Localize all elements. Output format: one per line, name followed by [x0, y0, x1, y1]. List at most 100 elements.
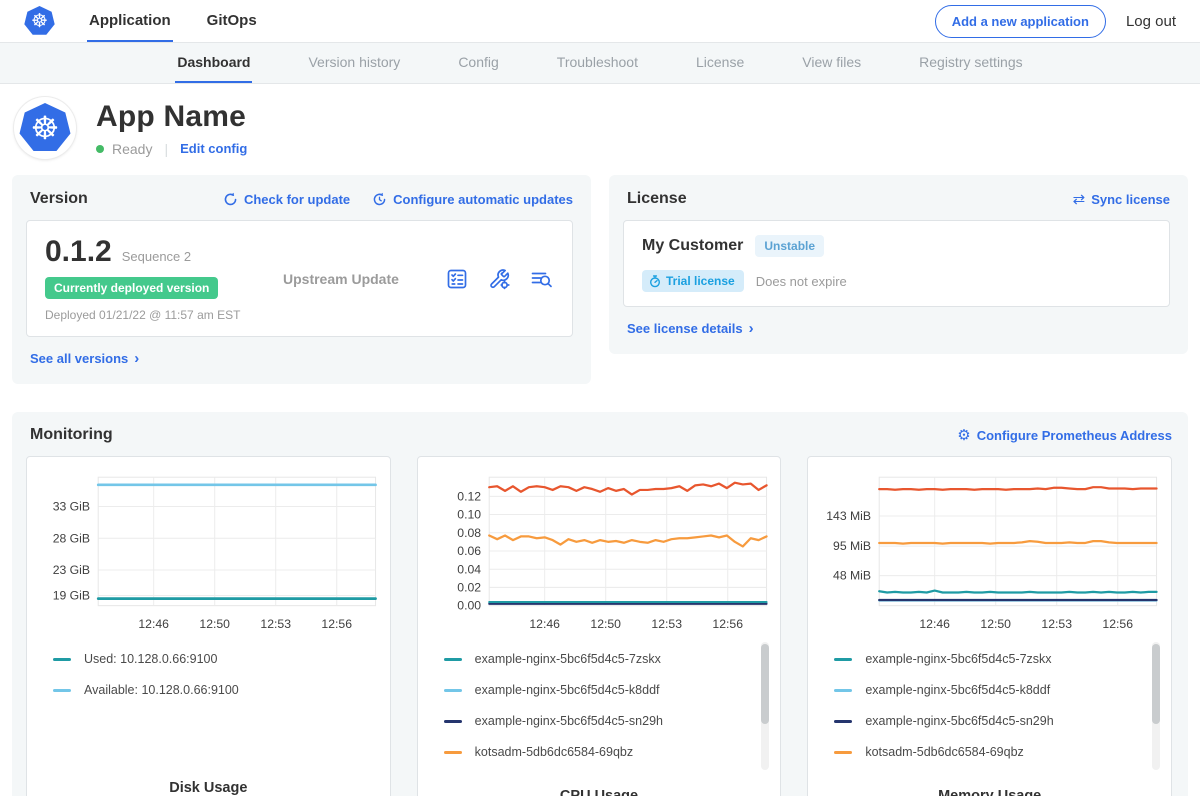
preflight-checks-icon[interactable]	[444, 266, 470, 292]
legend-color-dash	[444, 658, 462, 661]
channel-badge: Unstable	[755, 235, 824, 257]
tab-view-files[interactable]: View files	[800, 43, 863, 83]
svg-text:0.06: 0.06	[457, 544, 481, 558]
status-dot	[96, 145, 104, 153]
tab-gitops[interactable]: GitOps	[205, 0, 259, 42]
legend-item: example-nginx-5bc6f5d4c5-k8ddf	[834, 683, 1145, 697]
legend-color-dash	[444, 689, 462, 692]
legend-scrollbar-thumb[interactable]	[761, 644, 769, 723]
svg-text:12:53: 12:53	[1042, 617, 1073, 631]
edit-config-link[interactable]: Edit config	[180, 141, 247, 156]
brand-logo[interactable]: ☸	[24, 0, 55, 42]
svg-text:0.04: 0.04	[457, 562, 481, 576]
license-details-card: My Customer Unstable Trial license Does …	[623, 220, 1170, 307]
customer-name: My Customer	[642, 237, 743, 255]
version-panel: Version Check for update Configure autom…	[12, 175, 591, 384]
kubernetes-logo-icon: ☸	[19, 103, 71, 153]
tab-license[interactable]: License	[694, 43, 746, 83]
legend-label: example-nginx-5bc6f5d4c5-7zskx	[475, 652, 661, 666]
legend-color-dash	[53, 689, 71, 692]
svg-text:23 GiB: 23 GiB	[53, 563, 90, 577]
legend-label: example-nginx-5bc6f5d4c5-sn29h	[865, 714, 1053, 728]
legend-color-dash	[834, 689, 852, 692]
memory-usage-chart: 143 MiB95 MiB48 MiB12:4612:5012:5312:56	[816, 467, 1163, 640]
tab-registry-settings[interactable]: Registry settings	[917, 43, 1024, 83]
svg-text:19 GiB: 19 GiB	[53, 589, 90, 603]
main-content: Version Check for update Configure autom…	[0, 175, 1200, 796]
configure-prometheus-link[interactable]: ⚙ Configure Prometheus Address	[957, 426, 1172, 444]
legend-item: example-nginx-5bc6f5d4c5-k8ddf	[444, 683, 755, 697]
svg-text:12:46: 12:46	[138, 617, 169, 631]
topbar: ☸ Application GitOps Add a new applicati…	[0, 0, 1200, 42]
svg-text:12:56: 12:56	[1103, 617, 1134, 631]
stopwatch-icon	[649, 275, 661, 288]
legend-item: example-nginx-5bc6f5d4c5-7zskx	[444, 652, 755, 666]
chevron-right-icon: ›	[749, 320, 754, 337]
deploy-logs-icon[interactable]	[528, 266, 554, 292]
app-subnav: Dashboard Version history Config Trouble…	[0, 42, 1200, 84]
legend-color-dash	[834, 751, 852, 754]
tab-dashboard[interactable]: Dashboard	[175, 43, 252, 83]
license-expiry: Does not expire	[756, 274, 847, 289]
config-wrench-icon[interactable]	[486, 266, 512, 292]
svg-text:0.10: 0.10	[457, 508, 481, 522]
topbar-tabs: Application GitOps	[87, 0, 259, 42]
legend-label: example-nginx-5bc6f5d4c5-7zskx	[865, 652, 1051, 666]
tab-version-history[interactable]: Version history	[306, 43, 402, 83]
check-for-update-link[interactable]: Check for update	[223, 192, 350, 207]
svg-text:28 GiB: 28 GiB	[53, 531, 90, 545]
legend-color-dash	[834, 720, 852, 723]
version-source: Upstream Update	[283, 271, 399, 287]
tab-troubleshoot[interactable]: Troubleshoot	[555, 43, 640, 83]
add-application-button[interactable]: Add a new application	[935, 5, 1106, 38]
svg-text:0.12: 0.12	[457, 489, 481, 503]
license-title: License	[627, 190, 687, 208]
status-text: Ready	[112, 141, 152, 157]
svg-text:33 GiB: 33 GiB	[53, 500, 90, 514]
disk-usage-chart-card: 33 GiB28 GiB23 GiB19 GiB12:4612:5012:531…	[26, 456, 391, 796]
legend-label: example-nginx-5bc6f5d4c5-k8ddf	[475, 683, 660, 697]
svg-text:12:56: 12:56	[712, 617, 743, 631]
svg-text:12:53: 12:53	[260, 617, 291, 631]
legend-scrollbar-thumb[interactable]	[1152, 644, 1160, 723]
sync-license-link[interactable]: ⇄ Sync license	[1073, 190, 1170, 208]
legend-item: example-nginx-5bc6f5d4c5-sn29h	[834, 714, 1145, 728]
chart-title: Disk Usage	[35, 780, 382, 796]
license-type-badge: Trial license	[642, 270, 744, 292]
svg-text:48 MiB: 48 MiB	[833, 569, 871, 583]
svg-text:143 MiB: 143 MiB	[827, 509, 872, 523]
svg-text:0.02: 0.02	[457, 581, 481, 595]
svg-text:12:46: 12:46	[529, 617, 560, 631]
tab-application[interactable]: Application	[87, 0, 173, 42]
page-title: App Name	[96, 100, 247, 134]
gear-icon: ⚙	[957, 426, 970, 444]
deployed-timestamp: Deployed 01/21/22 @ 11:57 am EST	[45, 308, 283, 322]
svg-text:0.00: 0.00	[457, 599, 481, 613]
legend-color-dash	[444, 720, 462, 723]
cpu-usage-legend: example-nginx-5bc6f5d4c5-7zskx example-ng…	[426, 640, 773, 776]
see-all-versions-link[interactable]: See all versions ›	[30, 350, 139, 367]
version-title: Version	[30, 190, 88, 208]
sync-icon: ⇄	[1073, 190, 1086, 208]
legend-scrollbar	[761, 642, 769, 770]
see-all-versions-row: See all versions ›	[26, 350, 573, 368]
memory-usage-legend: example-nginx-5bc6f5d4c5-7zskx example-ng…	[816, 640, 1163, 776]
version-sequence: Sequence 2	[122, 249, 191, 264]
chart-title: Memory Usage	[816, 788, 1163, 796]
tab-config[interactable]: Config	[456, 43, 500, 83]
logout-link[interactable]: Log out	[1126, 13, 1176, 30]
app-header: ☸ App Name Ready | Edit config	[0, 84, 1200, 175]
svg-text:12:50: 12:50	[981, 617, 1012, 631]
see-license-details-link[interactable]: See license details ›	[627, 320, 754, 337]
version-number: 0.1.2	[45, 235, 112, 269]
topbar-actions: Add a new application Log out	[935, 0, 1176, 42]
license-panel: License ⇄ Sync license My Customer Unsta…	[609, 175, 1188, 354]
app-status-row: Ready | Edit config	[96, 141, 247, 157]
monitoring-title: Monitoring	[30, 426, 113, 444]
currently-deployed-badge: Currently deployed version	[45, 277, 218, 299]
kubernetes-logo-icon: ☸	[24, 6, 55, 36]
svg-text:12:46: 12:46	[920, 617, 951, 631]
see-license-details-row: See license details ›	[623, 320, 1170, 338]
configure-automatic-updates-link[interactable]: Configure automatic updates	[372, 192, 573, 207]
legend-item: example-nginx-5bc6f5d4c5-7zskx	[834, 652, 1145, 666]
